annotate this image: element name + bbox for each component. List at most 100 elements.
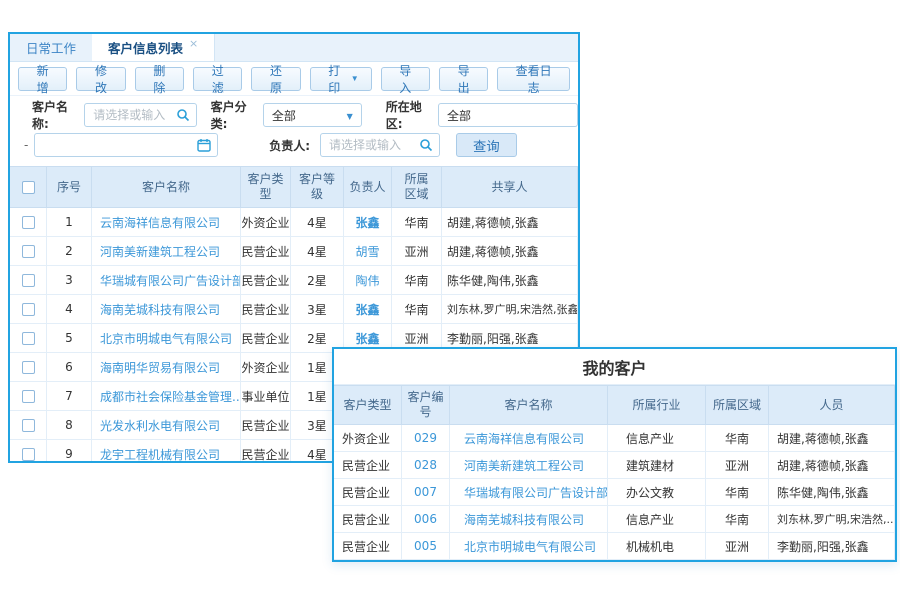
owner-input[interactable] [329,138,415,152]
header-code[interactable]: 客户编号 [402,386,450,424]
tab-daily-work[interactable]: 日常工作 [10,34,92,61]
select-all-checkbox[interactable] [22,181,35,194]
checkbox-cell [10,382,47,410]
customer-name-link[interactable]: 华瑞城有限公司广告设计部 [92,266,241,294]
tab-bar: 日常工作 客户信息列表 × [10,34,578,62]
header-region[interactable]: 所属区域 [392,167,442,207]
table-row[interactable]: 3 华瑞城有限公司广告设计部 民营企业 2星 陶伟 华南 陈华健,陶伟,张鑫 [10,266,578,295]
customer-type: 民营企业 [334,506,402,532]
query-button[interactable]: 查询 [456,133,517,157]
customer-type: 民营企业 [334,479,402,505]
table-row[interactable]: 2 河南美新建筑工程公司 民营企业 4星 胡雪 亚洲 胡建,蒋德帧,张鑫 [10,237,578,266]
customer-code-link[interactable]: 006 [402,506,450,532]
customer-code-link[interactable]: 028 [402,452,450,478]
customer-level: 4星 [291,208,344,236]
search-icon[interactable] [176,108,190,122]
row-no: 1 [47,208,92,236]
header-no[interactable]: 序号 [47,167,92,207]
restore-button[interactable]: 还原 [251,67,300,91]
row-no: 4 [47,295,92,323]
header-shared[interactable]: 共享人 [442,167,578,207]
caret-down-icon: ▼ [347,112,353,121]
row-checkbox[interactable] [22,448,35,461]
date-input[interactable] [43,138,193,152]
row-no: 3 [47,266,92,294]
header-industry[interactable]: 所属行业 [608,386,706,424]
owner-link[interactable]: 张鑫 [344,295,392,323]
print-button[interactable]: 打印 ▼ [310,67,372,91]
table-row[interactable]: 民营企业 028 河南美新建筑工程公司 建筑建材 亚洲 胡建,蒋德帧,张鑫 [334,452,895,479]
customer-type: 外资企业 [241,208,291,236]
customer-name-link[interactable]: 海南芜城科技有限公司 [450,506,608,532]
table-row[interactable]: 外资企业 029 云南海祥信息有限公司 信息产业 华南 胡建,蒋德帧,张鑫 [334,425,895,452]
row-checkbox[interactable] [22,216,35,229]
header-name[interactable]: 客户名称 [450,386,608,424]
shared-people: 刘东林,罗广明,宋浩然,张鑫 [442,295,578,323]
region: 华南 [706,506,769,532]
search-icon[interactable] [419,138,433,152]
row-checkbox[interactable] [22,361,35,374]
customer-name-link[interactable]: 云南海祥信息有限公司 [450,425,608,451]
delete-button[interactable]: 删除 [135,67,184,91]
table-row[interactable]: 民营企业 006 海南芜城科技有限公司 信息产业 华南 刘东林,罗广明,宋浩然,… [334,506,895,533]
calendar-icon[interactable] [197,138,211,152]
view-log-button[interactable]: 查看日志 [497,67,570,91]
customer-name-link[interactable]: 云南海祥信息有限公司 [92,208,241,236]
owner-label: 负责人: [254,137,310,154]
header-people[interactable]: 人员 [769,386,895,424]
customer-name-link[interactable]: 河南美新建筑工程公司 [450,452,608,478]
row-checkbox[interactable] [22,303,35,316]
header-name[interactable]: 客户名称 [92,167,241,207]
customer-name-link[interactable]: 龙宇工程机械有限公司 [92,440,241,463]
row-no: 9 [47,440,92,463]
customer-name-link[interactable]: 北京市明城电气有限公司 [92,324,241,352]
export-button[interactable]: 导出 [439,67,488,91]
my-customers-title: 我的客户 [334,349,895,385]
customer-code-link[interactable]: 007 [402,479,450,505]
tab-customer-list[interactable]: 客户信息列表 × [92,34,215,61]
customer-level: 4星 [291,237,344,265]
table-row[interactable]: 民营企业 005 北京市明城电气有限公司 机械机电 亚洲 李勤丽,阳强,张鑫 [334,533,895,560]
row-checkbox[interactable] [22,390,35,403]
row-checkbox[interactable] [22,245,35,258]
customer-code-link[interactable]: 005 [402,533,450,559]
import-button[interactable]: 导入 [381,67,430,91]
customer-name-field[interactable] [84,103,196,127]
customer-name-link[interactable]: 河南美新建筑工程公司 [92,237,241,265]
close-icon[interactable]: × [189,37,198,50]
table-row[interactable]: 4 海南芜城科技有限公司 民营企业 3星 张鑫 华南 刘东林,罗广明,宋浩然,张… [10,295,578,324]
owner-link[interactable]: 胡雪 [344,237,392,265]
date-field[interactable] [34,133,218,157]
edit-button[interactable]: 修改 [76,67,125,91]
owner-link[interactable]: 张鑫 [344,208,392,236]
header-type[interactable]: 客户类型 [334,386,402,424]
owner-field[interactable] [320,133,440,157]
select-all-cell[interactable] [10,167,47,207]
customer-name-link[interactable]: 海南明华贸易有限公司 [92,353,241,381]
header-region[interactable]: 所属区域 [706,386,769,424]
row-checkbox[interactable] [22,419,35,432]
owner-link[interactable]: 陶伟 [344,266,392,294]
customer-name-link[interactable]: 光发水利水电有限公司 [92,411,241,439]
table-row[interactable]: 1 云南海祥信息有限公司 外资企业 4星 张鑫 华南 胡建,蒋德帧,张鑫 [10,208,578,237]
table-row[interactable]: 民营企业 007 华瑞城有限公司广告设计部 办公文教 华南 陈华健,陶伟,张鑫 [334,479,895,506]
header-level[interactable]: 客户等级 [291,167,344,207]
customer-name-link[interactable]: 成都市社会保险基金管理... [92,382,241,410]
category-select[interactable]: 全部 ▼ [263,103,362,127]
header-type[interactable]: 客户类型 [241,167,291,207]
customer-name-link[interactable]: 华瑞城有限公司广告设计部 [450,479,608,505]
checkbox-cell [10,324,47,352]
row-checkbox[interactable] [22,274,35,287]
customer-name-link[interactable]: 北京市明城电气有限公司 [450,533,608,559]
district-select[interactable]: 全部 [438,103,578,127]
checkbox-cell [10,266,47,294]
customer-type: 外资企业 [241,353,291,381]
filter-button[interactable]: 过滤 [193,67,242,91]
header-owner[interactable]: 负责人 [344,167,392,207]
customer-code-link[interactable]: 029 [402,425,450,451]
customer-type: 外资企业 [334,425,402,451]
row-checkbox[interactable] [22,332,35,345]
customer-name-link[interactable]: 海南芜城科技有限公司 [92,295,241,323]
customer-name-input[interactable] [93,108,171,122]
add-button[interactable]: 新增 [18,67,67,91]
